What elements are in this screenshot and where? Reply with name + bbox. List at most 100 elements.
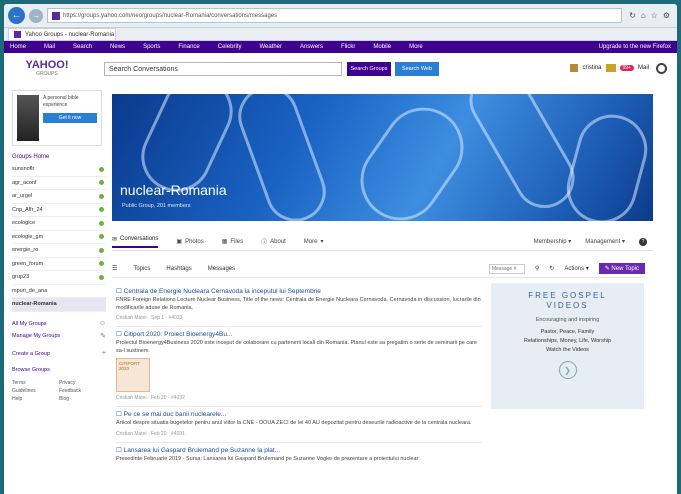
footer-link[interactable]: Blog xyxy=(59,396,106,402)
search-groups-button[interactable]: Search Groups xyxy=(347,62,391,76)
hashtags-link[interactable]: Hashtags xyxy=(166,266,191,272)
tab-about[interactable]: ⓘ About xyxy=(261,237,286,247)
browse-groups-link[interactable]: Browse Groups xyxy=(12,364,106,376)
sidebar-group-item[interactable]: grup23 xyxy=(12,271,106,285)
gear-icon[interactable] xyxy=(656,63,667,74)
new-topic-label: New Topic xyxy=(611,266,639,272)
message-item[interactable]: ☐ Centrala de Energie Nucleara Cernavoda… xyxy=(116,284,482,327)
tab-more[interactable]: More ▾ xyxy=(304,238,324,246)
footer-link[interactable]: Guidelines xyxy=(12,388,59,394)
checkbox-icon[interactable]: ☐ xyxy=(116,411,124,418)
footer-link[interactable]: Help xyxy=(12,396,59,402)
group-cover-photo: nuclear-Romania Public Group, 201 member… xyxy=(112,94,653,221)
topics-link[interactable]: Topics xyxy=(133,266,150,272)
right-ad[interactable]: FREE GOSPEL VIDEOS Encouraging and inspi… xyxy=(491,283,644,409)
browser-toolbar: ← → https://groups.yahoo.com/neo/groups/… xyxy=(4,4,677,28)
sidebar-group-item-active[interactable]: nuclear-Romania xyxy=(12,298,106,312)
ad-image xyxy=(17,95,39,141)
back-arrow-icon[interactable]: ← xyxy=(8,7,25,24)
ad-button[interactable]: Get it now xyxy=(43,113,97,123)
tab-files[interactable]: ▦ Files xyxy=(222,238,243,246)
user-avatar-icon[interactable] xyxy=(570,64,579,72)
ad-cta[interactable]: Watch the Videos xyxy=(491,347,644,353)
sidebar-footer: Terms Privacy Guidelines Feedback Help B… xyxy=(12,380,106,402)
cover-decoration xyxy=(558,106,653,221)
footer-link[interactable]: Feedback xyxy=(59,388,106,394)
management-dropdown[interactable]: Management ▾ xyxy=(585,238,625,245)
footer-link[interactable]: Terms xyxy=(12,380,59,386)
ynav-news[interactable]: News xyxy=(110,44,125,50)
play-icon[interactable]: ❯ xyxy=(558,361,577,379)
tab-conversations[interactable]: ✉ Conversations xyxy=(112,236,159,248)
sidebar-group-item[interactable]: Cnp_Alfr_24 xyxy=(12,204,106,217)
messages-link[interactable]: Messages xyxy=(208,266,235,272)
refresh-icon[interactable]: ↻ xyxy=(629,11,636,20)
sidebar-group-item[interactable]: ar_urgel xyxy=(12,190,106,204)
refresh-icon[interactable]: ↻ xyxy=(549,265,554,272)
message-attachment-thumbnail[interactable]: CITIPORT 2020 xyxy=(116,358,150,392)
message-title[interactable]: ☐ Pe ce se mai duc banii nuclearele... xyxy=(116,410,482,418)
yahoo-logo[interactable]: YAHOO! GROUPS xyxy=(12,60,82,79)
group-name: nuclear-Romania xyxy=(12,301,57,308)
ynav-more[interactable]: More xyxy=(409,44,423,50)
sidebar-group-item[interactable]: ecologie_gm xyxy=(12,231,106,244)
checkbox-icon[interactable]: ☐ xyxy=(116,447,124,454)
sidebar-group-item[interactable]: agr_aconf xyxy=(12,177,106,190)
ynav-search[interactable]: Search xyxy=(73,44,92,50)
message-title[interactable]: ☐ Lansarea lui Gaspard Brulemand pe Suza… xyxy=(116,446,482,454)
settings-icon[interactable]: ⚙ xyxy=(663,11,670,20)
groups-home-link[interactable]: Groups Home xyxy=(12,154,106,160)
star-icon[interactable]: ☆ xyxy=(651,11,658,20)
home-icon[interactable]: ⌂ xyxy=(641,11,646,20)
ynav-upgrade-link[interactable]: Upgrade to the new Firefox xyxy=(599,44,671,50)
message-number-input[interactable] xyxy=(488,263,525,274)
view-mode-icon[interactable]: ☰ xyxy=(112,265,117,272)
new-topic-button[interactable]: ✎ New Topic xyxy=(598,263,645,274)
search-input[interactable]: Search Conversations xyxy=(104,62,342,76)
tab-photos[interactable]: ▣ Photos xyxy=(176,238,203,246)
search-web-button[interactable]: Search Web xyxy=(395,62,439,76)
ynav-mobile[interactable]: Mobile xyxy=(373,44,391,50)
membership-dropdown[interactable]: Membership ▾ xyxy=(534,238,572,245)
sidebar-group-item[interactable]: green_forum xyxy=(12,258,106,271)
search-icon[interactable]: ⚲ xyxy=(535,265,539,272)
checkbox-icon[interactable]: ☐ xyxy=(116,288,124,295)
all-groups-link[interactable]: All My Groups ☺ xyxy=(12,318,106,330)
ynav-home[interactable]: Home xyxy=(10,44,26,50)
forward-arrow-icon[interactable]: → xyxy=(29,8,43,23)
actions-dropdown[interactable]: Actions ▾ xyxy=(564,265,588,272)
manage-groups-link[interactable]: Manage My Groups ✎ xyxy=(12,330,106,342)
sidebar-group-item[interactable]: mpuri_de_ana xyxy=(12,285,106,298)
cover-decoration xyxy=(229,94,335,221)
message-item[interactable]: ☐ Lansarea lui Gaspard Brulemand pe Suza… xyxy=(116,443,482,469)
checkbox-icon[interactable]: ☐ xyxy=(116,331,124,338)
sidebar-group-item[interactable]: sunsnoflr xyxy=(12,163,106,177)
group-tabs: ✉ Conversations ▣ Photos ▦ Files ⓘ About Mor… xyxy=(112,233,653,251)
ynav-weather[interactable]: Weather xyxy=(259,44,282,50)
message-title[interactable]: ☐ Centrala de Energie Nucleara Cernavoda… xyxy=(116,287,482,295)
site-favicon xyxy=(52,11,60,20)
ynav-mail[interactable]: Mail xyxy=(44,44,55,50)
ynav-flickr[interactable]: Flickr xyxy=(341,44,355,50)
ynav-sports[interactable]: Sports xyxy=(143,44,160,50)
address-bar[interactable]: https://groups.yahoo.com/neo/groups/nucl… xyxy=(47,8,623,23)
ynav-celebrity[interactable]: Celebrity xyxy=(218,44,242,50)
sidebar-group-item[interactable]: energie_ro xyxy=(12,244,106,258)
manage-groups-label: Manage My Groups xyxy=(12,332,61,339)
browser-tab[interactable]: Yahoo Groups - nuclear-Romania × xyxy=(8,28,116,40)
sidebar-ad[interactable]: A personal bible experience Get it now xyxy=(12,90,102,146)
sidebar-group-item[interactable]: ecologice xyxy=(12,217,106,231)
ynav-answers[interactable]: Answers xyxy=(300,44,323,50)
user-name[interactable]: cristina xyxy=(582,65,601,71)
ynav-finance[interactable]: Finance xyxy=(178,44,199,50)
mail-link[interactable]: Mail xyxy=(638,65,649,71)
mail-icon[interactable] xyxy=(605,64,616,72)
all-groups-label: All My Groups xyxy=(12,320,47,327)
message-item[interactable]: ☐ Citiport 2020: Proiect Bioenergy4Bu...… xyxy=(116,327,482,407)
help-icon[interactable]: ? xyxy=(639,237,647,246)
footer-link[interactable]: Privacy xyxy=(59,380,106,386)
message-item[interactable]: ☐ Pe ce se mai duc banii nuclearele... A… xyxy=(116,407,482,443)
group-name: energie_ro xyxy=(12,247,39,254)
create-group-link[interactable]: Create a Group + xyxy=(12,348,106,360)
message-title[interactable]: ☐ Citiport 2020: Proiect Bioenergy4Bu... xyxy=(116,330,482,338)
